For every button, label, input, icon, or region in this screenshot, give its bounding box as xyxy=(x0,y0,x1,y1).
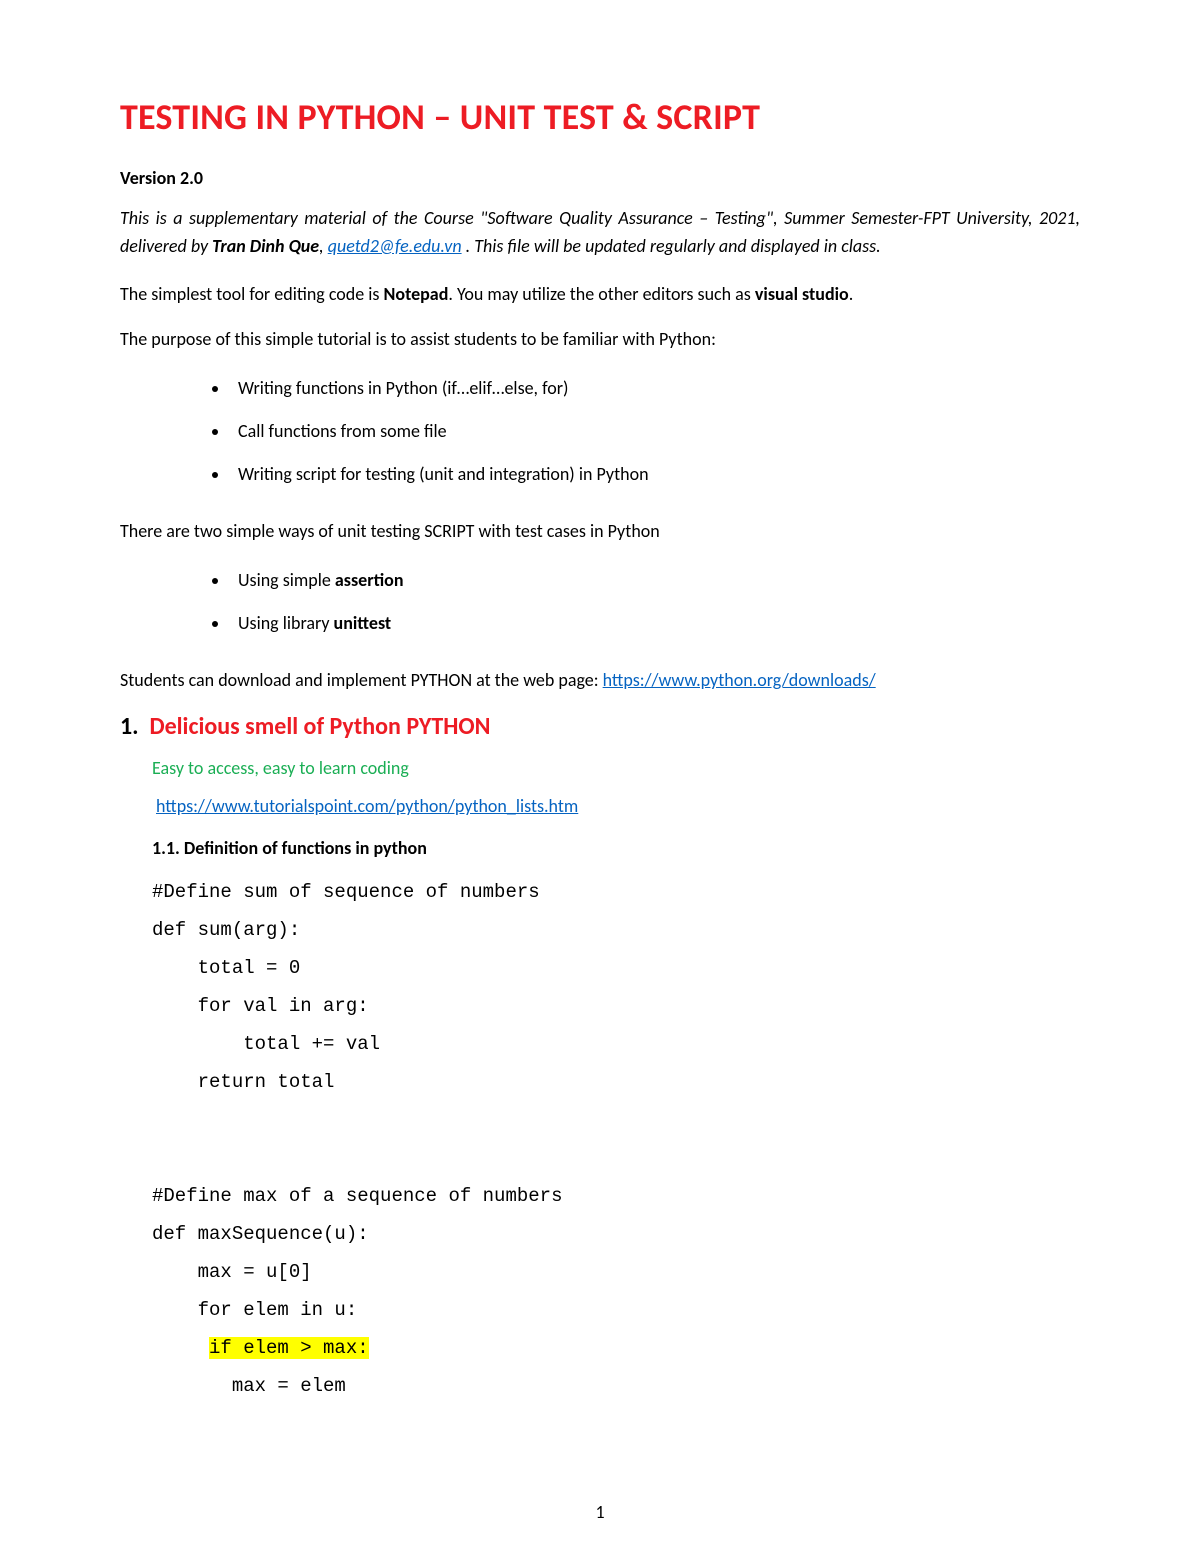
section-subtitle: Easy to access, easy to learn coding xyxy=(152,757,1080,779)
list-item: Writing script for testing (unit and int… xyxy=(230,457,1080,500)
code-line: def maxSequence(u): xyxy=(152,1223,369,1245)
editor-notepad: Notepad xyxy=(384,283,449,305)
intro-paragraph: This is a supplementary material of the … xyxy=(120,205,1080,261)
intro-text-2: . This file will be updated regularly an… xyxy=(462,235,881,257)
list-item: Call functions from some file xyxy=(230,414,1080,457)
code-line-pre xyxy=(152,1337,209,1359)
purpose-line: The purpose of this simple tutorial is t… xyxy=(120,326,1080,353)
version-label: Version 2.0 xyxy=(120,167,1080,189)
ways-bullets: Using simple assertion Using library uni… xyxy=(120,563,1080,649)
editor-vs: visual studio xyxy=(755,283,849,305)
section-1-content: Easy to access, easy to learn coding htt… xyxy=(120,757,1080,1405)
editor-text-c: . xyxy=(849,283,854,305)
section-title: Delicious smell of Python PYTHON xyxy=(149,712,490,741)
tutorialspoint-link[interactable]: https://www.tutorialspoint.com/python/py… xyxy=(156,795,578,817)
code-line: for elem in u: xyxy=(152,1299,357,1321)
purpose-bullets: Writing functions in Python (if…elif…els… xyxy=(120,371,1080,500)
editor-line: The simplest tool for editing code is No… xyxy=(120,281,1080,308)
python-download-link[interactable]: https://www.python.org/downloads/ xyxy=(603,669,876,691)
list-item: Writing functions in Python (if…elif…els… xyxy=(230,371,1080,414)
intro-sep: , xyxy=(319,235,328,257)
section-number: 1. xyxy=(120,712,139,741)
tutorial-link-line: https://www.tutorialspoint.com/python/py… xyxy=(156,795,1080,817)
bullet-pre: Using library xyxy=(238,612,334,634)
subsection-1-1-heading: 1.1. Definition of functions in python xyxy=(152,837,1080,859)
code-line: total = 0 xyxy=(152,957,300,979)
editor-text-b: . You may utilize the other editors such… xyxy=(448,283,755,305)
bullet-bold: unittest xyxy=(334,612,392,634)
code-line: for val in arg: xyxy=(152,995,369,1017)
code-line: max = u[0] xyxy=(152,1261,312,1283)
code-line: #Define sum of sequence of numbers xyxy=(152,881,540,903)
editor-text-a: The simplest tool for editing code is xyxy=(120,283,384,305)
download-text: Students can download and implement PYTH… xyxy=(120,669,603,691)
code-line: max = elem xyxy=(152,1375,346,1397)
bullet-pre: Using simple xyxy=(238,569,335,591)
bullet-bold: assertion xyxy=(335,569,404,591)
code-block: #Define sum of sequence of numbers def s… xyxy=(152,873,1080,1405)
code-highlight: if elem > max: xyxy=(209,1337,369,1359)
author-email-link[interactable]: quetd2@fe.edu.vn xyxy=(328,235,462,257)
code-line: #Define max of a sequence of numbers xyxy=(152,1185,562,1207)
page-title: TESTING IN PYTHON – UNIT TEST & SCRIPT xyxy=(120,95,1080,139)
author-name: Tran Dinh Que xyxy=(212,235,319,257)
code-line: total += val xyxy=(152,1033,380,1055)
code-line: def sum(arg): xyxy=(152,919,300,941)
download-line: Students can download and implement PYTH… xyxy=(120,667,1080,694)
list-item: Using simple assertion xyxy=(230,563,1080,606)
page-number: 1 xyxy=(0,1501,1200,1523)
document-page: TESTING IN PYTHON – UNIT TEST & SCRIPT V… xyxy=(0,0,1200,1553)
section-1-heading: 1. Delicious smell of Python PYTHON xyxy=(120,712,1080,741)
two-ways-line: There are two simple ways of unit testin… xyxy=(120,518,1080,545)
list-item: Using library unittest xyxy=(230,606,1080,649)
code-line: return total xyxy=(152,1071,334,1093)
